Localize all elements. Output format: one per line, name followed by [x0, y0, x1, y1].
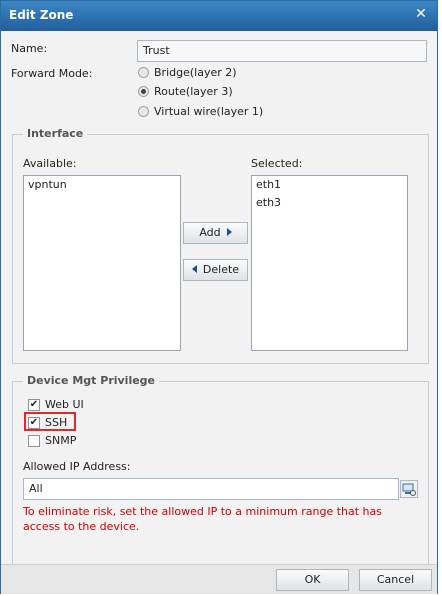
close-icon[interactable]: ✕	[413, 6, 429, 22]
radio-bridge-dot[interactable]	[138, 67, 149, 78]
edit-zone-dialog: Edit Zone ✕ Name: Trust Forward Mode: Br…	[0, 0, 438, 594]
checkbox-webui-box[interactable]: ✔	[28, 398, 40, 411]
radio-virtual-wire-label: Virtual wire(layer 1)	[154, 105, 264, 118]
radio-route-label: Route(layer 3)	[154, 85, 233, 98]
arrow-right-icon	[226, 228, 232, 236]
checkbox-snmp-box[interactable]	[28, 434, 40, 447]
selected-list[interactable]: eth1 eth3	[251, 175, 408, 351]
checkbox-webui-label: Web UI	[45, 398, 84, 411]
cancel-button[interactable]: Cancel	[359, 569, 432, 591]
radio-route[interactable]: Route(layer 3)	[138, 85, 233, 98]
name-field[interactable]: Trust	[137, 40, 427, 62]
delete-button[interactable]: Delete	[183, 259, 248, 281]
radio-bridge[interactable]: Bridge(layer 2)	[138, 66, 237, 79]
allowed-ip-label: Allowed IP Address:	[23, 460, 131, 473]
radio-bridge-label: Bridge(layer 2)	[154, 66, 237, 79]
title-bar: Edit Zone ✕	[1, 1, 437, 31]
arrow-left-icon	[191, 265, 197, 273]
ssh-highlight	[24, 412, 76, 431]
dialog-body: Name: Trust Forward Mode: Bridge(layer 2…	[1, 31, 437, 570]
available-item-vpntun[interactable]: vpntun	[24, 176, 180, 194]
ip-picker-button[interactable]	[400, 480, 418, 498]
checkbox-webui[interactable]: ✔ Web UI	[28, 398, 84, 411]
add-button-label: Add	[199, 226, 221, 239]
mgt-fieldset: Device Mgt Privilege ✔ Web UI ✔ SSH SNMP…	[12, 374, 429, 570]
mgt-legend: Device Mgt Privilege	[23, 374, 160, 387]
radio-route-dot[interactable]	[138, 86, 149, 97]
selected-item-eth1[interactable]: eth1	[252, 176, 407, 194]
allowed-ip-field[interactable]: All	[23, 478, 399, 500]
name-field-value: Trust	[143, 44, 170, 57]
delete-button-label: Delete	[202, 263, 240, 276]
interface-legend: Interface	[23, 127, 88, 140]
radio-virtual-wire[interactable]: Virtual wire(layer 1)	[138, 105, 263, 118]
selected-label: Selected:	[251, 157, 303, 170]
name-label: Name:	[11, 42, 48, 55]
network-picker-icon	[402, 483, 416, 496]
dialog-footer: OK Cancel	[1, 564, 437, 594]
available-list[interactable]: vpntun	[23, 175, 181, 351]
allowed-ip-warning: To eliminate risk, set the allowed IP to…	[23, 505, 382, 533]
add-button[interactable]: Add	[183, 222, 248, 244]
checkbox-snmp[interactable]: SNMP	[28, 434, 76, 447]
forward-mode-label: Forward Mode:	[11, 67, 93, 80]
selected-item-eth3[interactable]: eth3	[252, 194, 407, 212]
radio-virtual-wire-dot[interactable]	[138, 106, 149, 117]
ok-button[interactable]: OK	[276, 569, 349, 591]
dialog-title: Edit Zone	[9, 8, 74, 22]
allowed-ip-value: All	[29, 482, 43, 495]
available-label: Available:	[23, 157, 77, 170]
interface-fieldset: Interface Available: vpntun Add Delete S…	[12, 127, 429, 364]
checkbox-snmp-label: SNMP	[45, 434, 77, 447]
